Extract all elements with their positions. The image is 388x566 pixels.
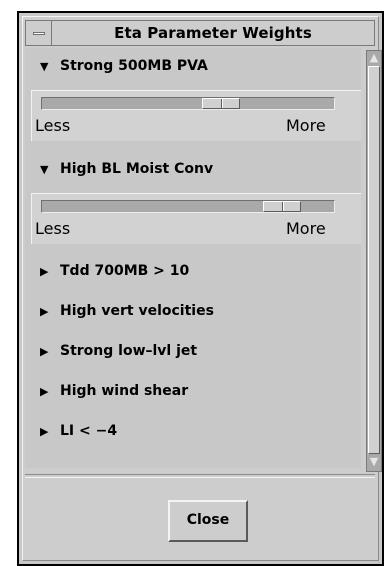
triangle-right-icon: ▶ xyxy=(40,385,49,398)
slider-more-label: More xyxy=(286,219,326,238)
slider-less-label: Less xyxy=(35,219,71,238)
slider-more-label: More xyxy=(286,116,326,135)
window-title: Eta Parameter Weights xyxy=(114,24,312,42)
scroll-up-arrow-icon[interactable]: ▲ xyxy=(368,52,380,64)
section-label: Strong low–lvl jet xyxy=(60,343,198,359)
section-label: LI < −4 xyxy=(60,423,118,439)
section-label: High BL Moist Conv xyxy=(60,161,214,177)
scrollbar-thumb[interactable] xyxy=(368,66,380,454)
section-header-high-wind-shear[interactable]: ▶ High wind shear xyxy=(25,381,355,403)
triangle-right-icon: ▶ xyxy=(40,425,49,438)
slider-thumb[interactable] xyxy=(202,98,240,109)
triangle-down-icon: ▼ xyxy=(40,163,49,176)
slider-less-label: Less xyxy=(35,116,71,135)
section-header-tdd-700mb[interactable]: ▶ Tdd 700MB > 10 xyxy=(25,261,355,283)
vertical-scrollbar[interactable]: ▲ ▼ xyxy=(366,50,382,472)
section-header-high-vert-velocities[interactable]: ▶ High vert velocities xyxy=(25,301,355,323)
slider-group-strong-500mb-pva: Less More xyxy=(31,90,361,141)
scroll-down-arrow-icon[interactable]: ▼ xyxy=(368,456,380,468)
weight-slider-high-bl-moist-conv[interactable] xyxy=(41,200,335,213)
window-menu-icon xyxy=(33,32,45,35)
close-button[interactable]: Close xyxy=(168,500,248,542)
button-area-separator xyxy=(25,474,375,478)
slider-group-high-bl-moist-conv: Less More xyxy=(31,193,361,244)
title-bar[interactable]: Eta Parameter Weights xyxy=(25,20,375,46)
eta-parameter-weights-window: Eta Parameter Weights ▼ Strong 500MB PVA… xyxy=(17,11,384,566)
triangle-right-icon: ▶ xyxy=(40,305,49,318)
triangle-right-icon: ▶ xyxy=(40,265,49,278)
section-label: Strong 500MB PVA xyxy=(60,58,208,74)
section-label: High wind shear xyxy=(60,383,189,399)
section-header-strong-500mb-pva[interactable]: ▼ Strong 500MB PVA xyxy=(25,56,355,78)
weight-slider-strong-500mb-pva[interactable] xyxy=(41,97,335,110)
parameter-list: ▼ Strong 500MB PVA Less More ▼ High BL M… xyxy=(25,48,361,468)
section-label: High vert velocities xyxy=(60,303,214,319)
window-menu-button[interactable] xyxy=(26,21,52,45)
triangle-right-icon: ▶ xyxy=(40,345,49,358)
section-header-li[interactable]: ▶ LI < −4 xyxy=(25,421,355,443)
section-header-strong-low-lvl-jet[interactable]: ▶ Strong low–lvl jet xyxy=(25,341,355,363)
section-label: Tdd 700MB > 10 xyxy=(60,263,190,279)
section-header-high-bl-moist-conv[interactable]: ▼ High BL Moist Conv xyxy=(25,159,355,181)
slider-thumb[interactable] xyxy=(263,201,301,212)
triangle-down-icon: ▼ xyxy=(40,60,49,73)
